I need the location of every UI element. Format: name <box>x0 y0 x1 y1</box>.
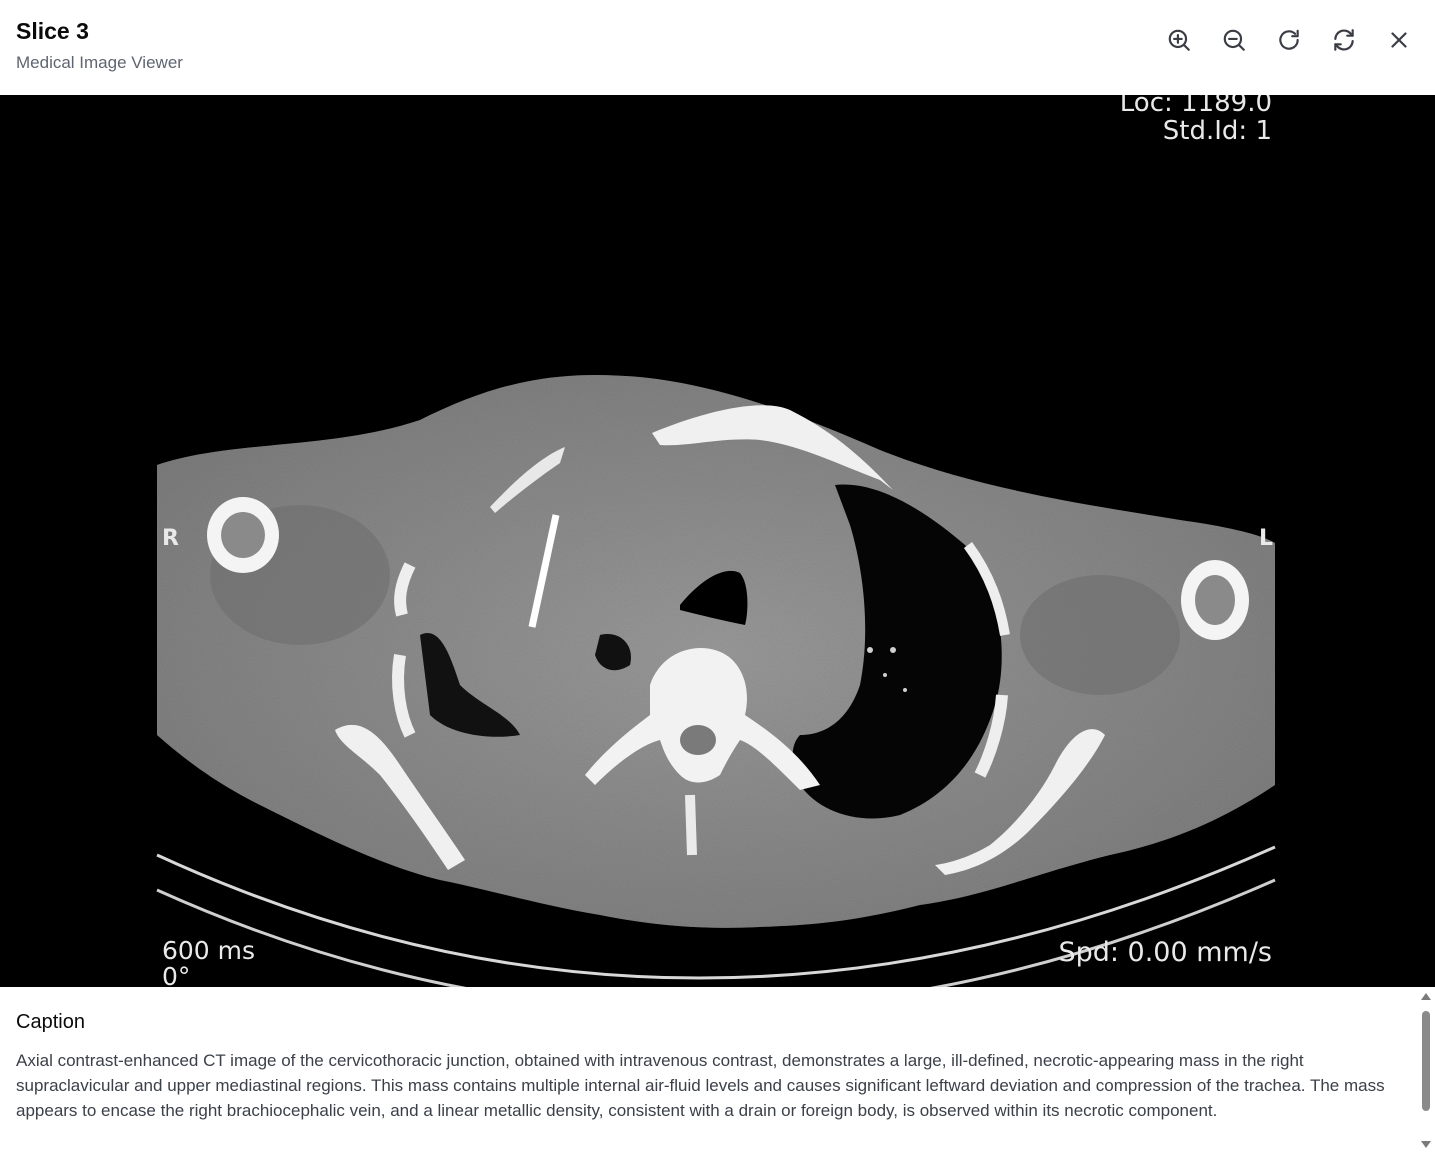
rotate-button[interactable] <box>1273 24 1305 56</box>
image-viewport[interactable]: Loc: 1189.0 Std.Id: 1 R L 600 ms 0° Spd:… <box>0 95 1435 987</box>
rotate-cw-icon <box>1279 29 1299 50</box>
caption-text: Axial contrast-enhanced CT image of the … <box>16 1051 1385 1120</box>
caption-panel[interactable]: Caption Axial contrast-enhanced CT image… <box>0 987 1418 1154</box>
caption-heading: Caption <box>16 1011 85 1033</box>
orientation-right-marker: R <box>162 526 179 551</box>
zoom-in-icon <box>1168 29 1190 51</box>
orientation-left-marker: L <box>1259 526 1274 551</box>
reset-button[interactable] <box>1328 24 1360 56</box>
zoom-out-button[interactable] <box>1218 24 1250 56</box>
page-subtitle: Medical Image Viewer <box>16 53 183 72</box>
toolbar <box>1163 24 1415 56</box>
overlay-exposure-text: 600 ms <box>162 936 256 965</box>
close-button[interactable] <box>1383 24 1415 56</box>
caption-scrollbar[interactable] <box>1418 987 1435 1154</box>
refresh-icon <box>1334 29 1354 51</box>
overlay-loc-text: Loc: 1189.0 <box>1119 95 1272 118</box>
zoom-in-button[interactable] <box>1163 24 1195 56</box>
ct-scan-image <box>156 374 1276 987</box>
overlay-speed-text: Spd: 0.00 mm/s <box>1058 937 1272 968</box>
page-title: Slice 3 <box>16 18 89 44</box>
overlay-location: Loc: 1189.0 Std.Id: 1 <box>1120 95 1272 145</box>
zoom-out-icon <box>1223 29 1245 51</box>
scroll-up-arrow-icon[interactable] <box>1421 993 1431 1000</box>
overlay-std-id-text: Std.Id: 1 <box>1162 116 1272 146</box>
viewer-header: Slice 3 Medical Image Viewer <box>0 0 1435 95</box>
overlay-angle-text: 0° <box>162 962 191 988</box>
overlay-exposure: 600 ms 0° <box>162 936 256 988</box>
close-icon <box>1391 32 1407 48</box>
scrollbar-thumb[interactable] <box>1422 1011 1430 1111</box>
scroll-down-arrow-icon[interactable] <box>1421 1141 1431 1148</box>
